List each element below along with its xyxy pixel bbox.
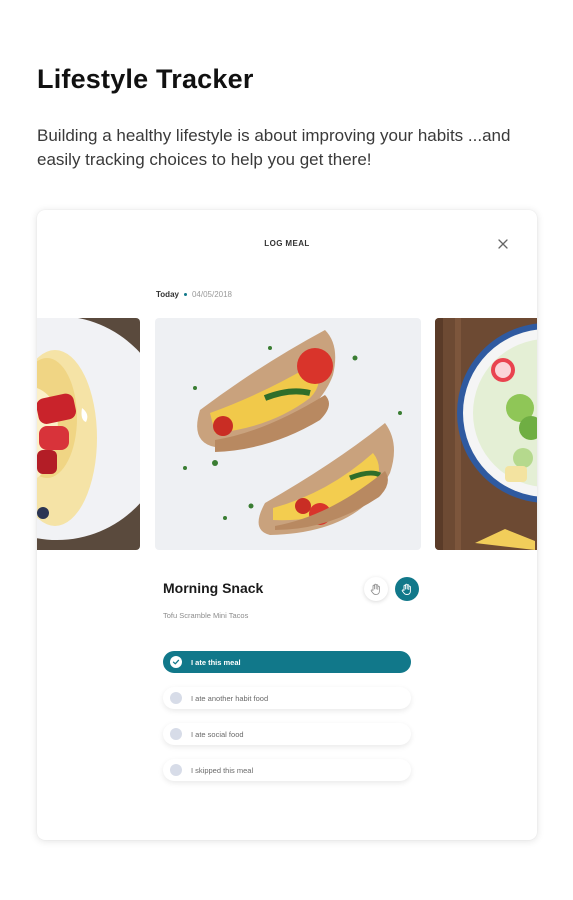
date-today-label: Today (156, 290, 179, 299)
page-headline: Lifestyle Tracker (37, 64, 254, 94)
option-label: I skipped this meal (191, 765, 254, 775)
meal-photo-current[interactable] (155, 318, 421, 550)
radio-unchecked (170, 692, 182, 704)
option-ate-another-habit-food[interactable]: I ate another habit food (163, 687, 411, 709)
date-selector[interactable]: Today 04/05/2018 (156, 290, 232, 299)
hand-icon-active (401, 583, 411, 595)
meal-photo-previous[interactable] (37, 318, 140, 550)
page-description: Building a healthy lifestyle is about im… (37, 126, 511, 169)
meal-title: Morning Snack (163, 580, 264, 596)
option-ate-this-meal[interactable]: I ate this meal (163, 651, 411, 673)
hand-portion-active-button[interactable] (395, 577, 419, 601)
checkmark-icon (172, 659, 180, 665)
radio-unchecked (170, 728, 182, 740)
radio-checked (170, 656, 182, 668)
radio-unchecked (170, 764, 182, 776)
log-meal-card: LOG MEAL Today 04/05/2018 Morning Snack … (37, 210, 537, 840)
option-ate-social-food[interactable]: I ate social food (163, 723, 411, 745)
card-title: LOG MEAL (264, 239, 310, 248)
hand-portion-button[interactable] (364, 577, 388, 601)
meal-photo-next[interactable] (435, 318, 537, 550)
option-skipped-this-meal[interactable]: I skipped this meal (163, 759, 411, 781)
close-button[interactable] (495, 236, 511, 252)
option-label: I ate this meal (191, 657, 241, 667)
option-label: I ate social food (191, 729, 244, 739)
option-label: I ate another habit food (191, 693, 269, 703)
hand-icon (370, 583, 380, 595)
meal-subtitle: Tofu Scramble Mini Tacos (163, 611, 249, 620)
date-value: 04/05/2018 (191, 290, 233, 299)
close-icon (498, 239, 508, 249)
date-separator-dot (183, 292, 187, 296)
